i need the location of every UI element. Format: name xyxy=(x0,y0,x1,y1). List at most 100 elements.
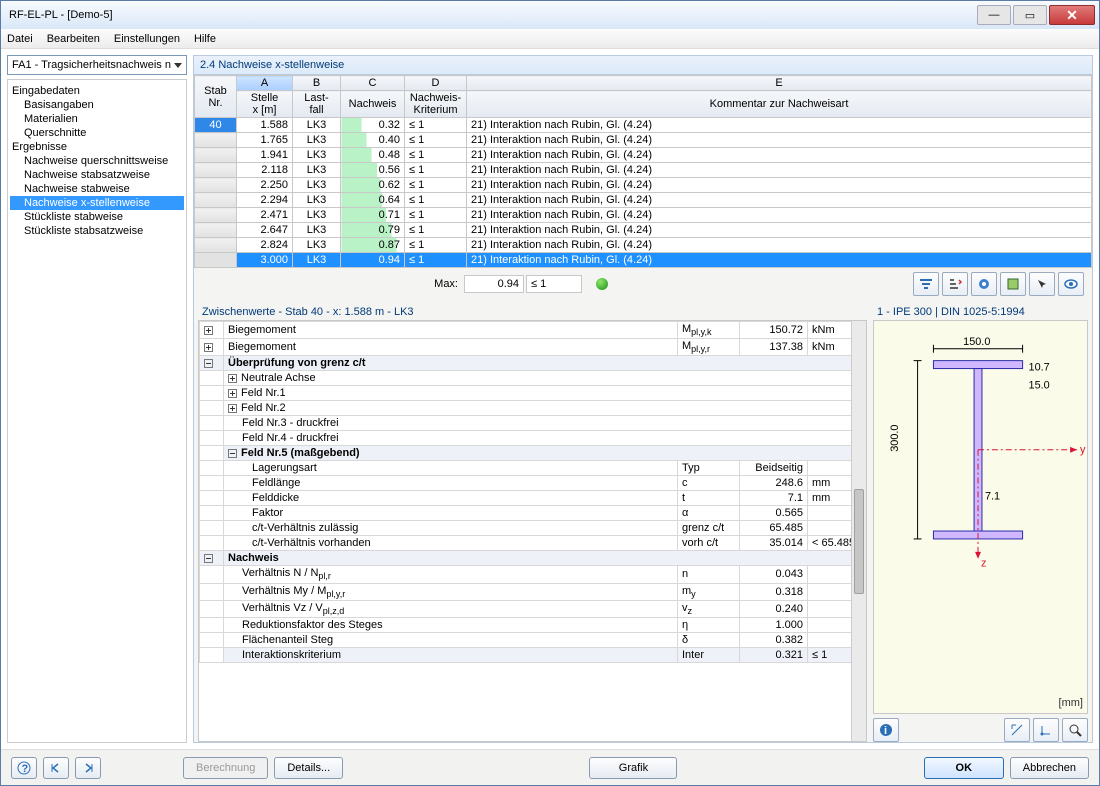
zrow-header[interactable]: Nachweis xyxy=(200,551,866,566)
table-row[interactable]: 401.588LK30.32≤ 121) Interaktion nach Ru… xyxy=(195,118,1092,133)
view-button[interactable] xyxy=(1058,272,1084,296)
col-nachweis[interactable]: Nachweis xyxy=(341,91,405,118)
col-kommentar[interactable]: Kommentar zur Nachweisart xyxy=(467,91,1092,118)
right-pane: 2.4 Nachweise x-stellenweise StabNr. A B… xyxy=(193,55,1093,743)
results-table-wrap: StabNr. A B C D E Stellex [m] Last-fall … xyxy=(194,75,1092,268)
combo-value: FA1 - Tragsicherheitsnachweis n xyxy=(12,59,171,71)
menu-hilfe[interactable]: Hilfe xyxy=(194,33,216,45)
zrow[interactable]: Reduktionsfaktor des Stegesη1.000 xyxy=(200,617,866,632)
collapse-icon[interactable] xyxy=(204,554,213,563)
table-row[interactable]: 1.941LK30.48≤ 121) Interaktion nach Rubi… xyxy=(195,148,1092,163)
grafik-button[interactable]: Grafik xyxy=(589,757,677,779)
table-row[interactable]: 2.471LK30.71≤ 121) Interaktion nach Rubi… xyxy=(195,208,1092,223)
zrow[interactable]: Feld Nr.2 xyxy=(200,401,866,416)
table-row[interactable]: 2.118LK30.56≤ 121) Interaktion nach Rubi… xyxy=(195,163,1092,178)
pick-button[interactable] xyxy=(1029,272,1055,296)
magnify-button[interactable] xyxy=(1062,718,1088,742)
mid-split: Zwischenwerte - Stab 40 - x: 1.588 m - L… xyxy=(194,300,1092,742)
sort-button[interactable] xyxy=(942,272,968,296)
info-button[interactable]: i xyxy=(873,718,899,742)
tree-stueckliste-stabweise[interactable]: Stückliste stabweise xyxy=(10,210,184,224)
close-button[interactable]: ✕ xyxy=(1049,5,1095,25)
expand-icon[interactable] xyxy=(228,389,237,398)
col-d[interactable]: D xyxy=(405,76,467,91)
profile-view[interactable]: y z 150.0 300.0 xyxy=(873,320,1088,714)
export-button[interactable] xyxy=(1000,272,1026,296)
section-button[interactable] xyxy=(1004,718,1030,742)
menu-bearbeiten[interactable]: Bearbeiten xyxy=(47,33,100,45)
tree-nachweise-stabsatzweise[interactable]: Nachweise stabsatzweise xyxy=(10,168,184,182)
filter-button[interactable] xyxy=(913,272,939,296)
scrollbar[interactable] xyxy=(851,321,866,741)
table-row[interactable]: 2.824LK30.87≤ 121) Interaktion nach Rubi… xyxy=(195,238,1092,253)
expand-icon[interactable] xyxy=(228,404,237,413)
zrow[interactable]: c/t-Verhältnis vorhandenvorh c/t35.014< … xyxy=(200,536,866,551)
zrow[interactable]: Faktorα0.565 xyxy=(200,506,866,521)
svg-text:15.0: 15.0 xyxy=(1029,379,1050,391)
menu-einstellungen[interactable]: Einstellungen xyxy=(114,33,180,45)
zrow[interactable]: Verhältnis My / Mpl,y,rmy0.318 xyxy=(200,583,866,600)
zrow[interactable]: InteraktionskriteriumInter0.321≤ 1 xyxy=(200,647,866,662)
zrow[interactable]: Neutrale Achse xyxy=(200,371,866,386)
zrow[interactable]: LagerungsartTypBeidseitig xyxy=(200,461,866,476)
col-a[interactable]: A xyxy=(237,76,293,91)
collapse-icon[interactable] xyxy=(204,359,213,368)
col-b[interactable]: B xyxy=(293,76,341,91)
settings-button[interactable] xyxy=(971,272,997,296)
zrow-header[interactable]: Überprüfung von grenz c/t xyxy=(200,356,866,371)
loadcase-combo[interactable]: FA1 - Tragsicherheitsnachweis n xyxy=(7,55,187,75)
table-row[interactable]: 1.765LK30.40≤ 121) Interaktion nach Rubi… xyxy=(195,133,1092,148)
col-c[interactable]: C xyxy=(341,76,405,91)
menu-datei[interactable]: Datei xyxy=(7,33,33,45)
zrow[interactable]: Verhältnis Vz / Vpl,z,dvz0.240 xyxy=(200,600,866,617)
ok-button[interactable]: OK xyxy=(924,757,1004,779)
col-lastfall[interactable]: Last-fall xyxy=(293,91,341,118)
zrow[interactable]: Feld Nr.3 - druckfrei xyxy=(200,416,866,431)
zrow[interactable]: c/t-Verhältnis zulässiggrenz c/t65.485 xyxy=(200,521,866,536)
profile-svg: y z 150.0 300.0 xyxy=(874,321,1087,608)
zrow[interactable]: Felddicket7.1mm xyxy=(200,491,866,506)
next-button[interactable] xyxy=(75,757,101,779)
col-stab[interactable]: StabNr. xyxy=(195,76,237,118)
table-row[interactable]: 2.647LK30.79≤ 121) Interaktion nach Rubi… xyxy=(195,223,1092,238)
tree-stueckliste-stabsatzweise[interactable]: Stückliste stabsatzweise xyxy=(10,224,184,238)
tree-ergebnisse[interactable]: Ergebnisse xyxy=(10,140,184,154)
scroll-thumb[interactable] xyxy=(854,489,864,594)
tree-querschnitte[interactable]: Querschnitte xyxy=(10,126,184,140)
pane-title: 2.4 Nachweise x-stellenweise xyxy=(193,55,1093,75)
table-row[interactable]: 2.294LK30.64≤ 121) Interaktion nach Rubi… xyxy=(195,193,1092,208)
col-stelle[interactable]: Stellex [m] xyxy=(237,91,293,118)
table-row[interactable]: 2.250LK30.62≤ 121) Interaktion nach Rubi… xyxy=(195,178,1092,193)
zrow[interactable]: Feld Nr.1 xyxy=(200,386,866,401)
main-box: StabNr. A B C D E Stellex [m] Last-fall … xyxy=(193,75,1093,743)
expand-icon[interactable] xyxy=(204,343,213,352)
axis-button[interactable] xyxy=(1033,718,1059,742)
zrow[interactable]: Feld Nr.4 - druckfrei xyxy=(200,431,866,446)
col-kriterium[interactable]: Nachweis-Kriterium xyxy=(405,91,467,118)
collapse-icon[interactable] xyxy=(228,449,237,458)
details-button[interactable]: Details... xyxy=(274,757,343,779)
col-e[interactable]: E xyxy=(467,76,1092,91)
table-row-selected[interactable]: 3.000LK30.94≤ 121) Interaktion nach Rubi… xyxy=(195,253,1092,268)
tree-materialien[interactable]: Materialien xyxy=(10,112,184,126)
zrow[interactable]: BiegemomentMpl,y,r137.38kNm xyxy=(200,339,866,356)
expand-icon[interactable] xyxy=(228,374,237,383)
tree-basisangaben[interactable]: Basisangaben xyxy=(10,98,184,112)
bottom-bar: ? Berechnung Details... Grafik OK Abbrec… xyxy=(1,749,1099,785)
tree-eingabedaten[interactable]: Eingabedaten xyxy=(10,84,184,98)
tree-nachweise-stabweise[interactable]: Nachweise stabweise xyxy=(10,182,184,196)
zrow[interactable]: Feldlängec248.6mm xyxy=(200,476,866,491)
tree-nachweise-xstellenweise[interactable]: Nachweise x-stellenweise xyxy=(10,196,184,210)
help-button[interactable]: ? xyxy=(11,757,37,779)
titlebar: RF-EL-PL - [Demo-5] — ▭ ✕ xyxy=(1,1,1099,29)
zrow[interactable]: Verhältnis N / Npl,rn0.043 xyxy=(200,566,866,583)
abbrechen-button[interactable]: Abbrechen xyxy=(1010,757,1089,779)
zrow[interactable]: BiegemomentMpl,y,k150.72kNm xyxy=(200,322,866,339)
maximize-button[interactable]: ▭ xyxy=(1013,5,1047,25)
minimize-button[interactable]: — xyxy=(977,5,1011,25)
zrow-header[interactable]: Feld Nr.5 (maßgebend) xyxy=(200,446,866,461)
zrow[interactable]: Flächenanteil Stegδ0.382 xyxy=(200,632,866,647)
prev-button[interactable] xyxy=(43,757,69,779)
expand-icon[interactable] xyxy=(204,326,213,335)
tree-nachweise-querschnittsweise[interactable]: Nachweise querschnittsweise xyxy=(10,154,184,168)
